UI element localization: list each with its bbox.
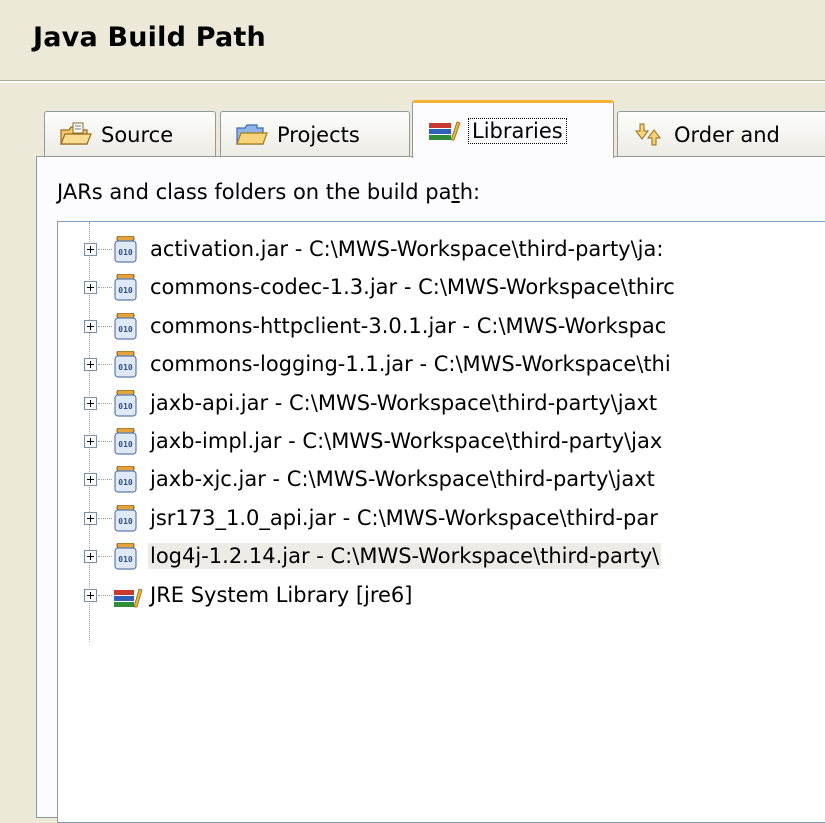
jar-icon: 010 xyxy=(113,542,138,570)
expand-toggle-icon[interactable] xyxy=(84,511,97,525)
jar-icon: 010 xyxy=(113,389,138,417)
tree-row[interactable]: 010 activation.jar - C:\MWS-Workspace\thi… xyxy=(58,230,825,268)
build-path-tree[interactable]: 010 activation.jar - C:\MWS-Workspace\thi… xyxy=(57,221,825,823)
tree-row[interactable]: 010 log4j-1.2.14.jar - C:\MWS-Workspace\t… xyxy=(58,537,825,575)
svg-text:010: 010 xyxy=(118,517,133,526)
tree-row[interactable]: 010 commons-httpclient-3.0.1.jar - C:\MWS… xyxy=(58,307,825,345)
svg-text:010: 010 xyxy=(118,363,133,372)
tree-connector xyxy=(98,287,112,289)
jar-icon: 010 xyxy=(113,427,138,455)
tab-order-and-export-label: Order and xyxy=(674,122,780,147)
tree-row-label: jsr173_1.0_api.jar - C:\MWS-Workspace\th… xyxy=(150,505,658,530)
libraries-section-label: JARs and class folders on the build path… xyxy=(57,180,481,204)
tree-connector xyxy=(98,556,112,558)
jar-icon: 010 xyxy=(113,312,138,340)
tree-connector xyxy=(98,402,112,404)
tab-projects[interactable]: Projects xyxy=(220,111,410,157)
tree-row[interactable]: 010 jaxb-xjc.jar - C:\MWS-Workspace\third… xyxy=(58,460,825,498)
tree-row[interactable]: JRE System Library [jre6] xyxy=(58,576,825,614)
tab-order-and-export[interactable]: Order and xyxy=(617,111,825,157)
order-export-icon xyxy=(632,122,666,148)
jar-icon: 010 xyxy=(113,465,138,493)
svg-text:010: 010 xyxy=(118,286,133,295)
svg-text:010: 010 xyxy=(118,478,133,487)
tree-row[interactable]: 010 jaxb-impl.jar - C:\MWS-Workspace\thir… xyxy=(58,422,825,460)
expand-toggle-icon[interactable] xyxy=(84,319,97,333)
tree-connector xyxy=(98,364,112,366)
tree-connector xyxy=(98,325,112,327)
page-title: Java Build Path xyxy=(33,22,266,53)
tree-row-label: jaxb-impl.jar - C:\MWS-Workspace\third-p… xyxy=(150,429,663,453)
libraries-icon xyxy=(427,118,461,144)
tree-row-label: commons-logging-1.1.jar - C:\MWS-Workspa… xyxy=(150,352,671,377)
expand-toggle-icon[interactable] xyxy=(84,396,97,410)
tree-row-label: jaxb-api.jar - C:\MWS-Workspace\third-pa… xyxy=(150,390,658,415)
tree-row-label: commons-httpclient-3.0.1.jar - C:\MWS-Wo… xyxy=(150,313,667,338)
expand-toggle-icon[interactable] xyxy=(84,358,97,372)
tree-row[interactable]: 010 jaxb-api.jar - C:\MWS-Workspace\third… xyxy=(58,384,825,422)
projects-folder-icon xyxy=(235,122,269,148)
jar-icon: 010 xyxy=(113,504,138,532)
tree-row-label: jaxb-xjc.jar - C:\MWS-Workspace\third-pa… xyxy=(150,467,655,492)
tree-connector xyxy=(98,441,112,442)
svg-text:010: 010 xyxy=(118,248,133,257)
jar-icon: 010 xyxy=(113,273,138,301)
tab-projects-label: Projects xyxy=(277,122,360,147)
tree-connector xyxy=(98,594,112,596)
expand-toggle-icon[interactable] xyxy=(84,435,97,448)
tree-connector xyxy=(98,517,112,519)
library-icon xyxy=(113,582,143,609)
tab-source-label: Source xyxy=(101,122,174,147)
tab-source[interactable]: Source xyxy=(44,111,216,157)
expand-toggle-icon[interactable] xyxy=(84,473,97,487)
tree-connector xyxy=(98,479,112,481)
svg-text:010: 010 xyxy=(118,402,133,411)
tree-connector xyxy=(98,249,112,250)
expand-toggle-icon[interactable] xyxy=(84,588,97,602)
tree-row-label: commons-codec-1.3.jar - C:\MWS-Workspace… xyxy=(150,275,675,300)
svg-text:010: 010 xyxy=(118,440,133,449)
tree-row[interactable]: 010 commons-codec-1.3.jar - C:\MWS-Worksp… xyxy=(58,268,825,306)
title-separator xyxy=(0,80,825,83)
tab-libraries[interactable]: Libraries xyxy=(412,100,614,158)
jar-icon: 010 xyxy=(113,350,138,378)
expand-toggle-icon[interactable] xyxy=(84,243,97,256)
tree-row-label: activation.jar - C:\MWS-Workspace\third-… xyxy=(150,237,664,261)
source-folder-icon xyxy=(59,122,93,148)
expand-toggle-icon[interactable] xyxy=(84,281,97,295)
jar-icon: 010 xyxy=(113,235,138,263)
svg-text:010: 010 xyxy=(118,325,133,334)
tree-row[interactable]: 010 jsr173_1.0_api.jar - C:\MWS-Workspace… xyxy=(58,499,825,537)
tab-libraries-label: Libraries xyxy=(468,117,567,144)
expand-toggle-icon[interactable] xyxy=(84,550,97,564)
svg-text:010: 010 xyxy=(118,555,133,564)
tree-row-label: log4j-1.2.14.jar - C:\MWS-Workspace\thir… xyxy=(148,543,662,570)
tree-row-label: JRE System Library [jre6] xyxy=(150,582,413,607)
tree-row[interactable]: 010 commons-logging-1.1.jar - C:\MWS-Work… xyxy=(58,345,825,383)
